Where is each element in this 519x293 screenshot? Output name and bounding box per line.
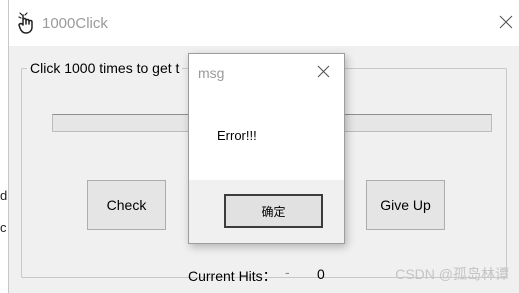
pointing-hand-icon: [18, 12, 33, 34]
background-text-fragment: d: [0, 188, 8, 203]
watermark: CSDN @孤岛林谭: [395, 266, 509, 282]
dialog-message: Error!!!: [217, 128, 257, 143]
group-box-label: Click 1000 times to get t: [27, 60, 183, 76]
current-hits-label: Current Hits：: [188, 268, 277, 284]
close-icon[interactable]: [498, 14, 514, 30]
give-up-button[interactable]: Give Up: [366, 180, 445, 230]
window-titlebar: 1000Click: [9, 0, 519, 46]
dialog-body: [189, 90, 344, 180]
background-text-fragment: c: [0, 220, 7, 235]
dialog-titlebar: msg: [189, 54, 344, 90]
close-icon[interactable]: [317, 65, 330, 78]
dialog-title: msg: [198, 65, 225, 81]
current-hits-separator: -: [285, 264, 290, 280]
current-hits-value: 0: [317, 266, 325, 282]
window-title: 1000Click: [42, 15, 108, 32]
message-dialog: msg Error!!! 确定: [188, 53, 345, 244]
ok-button[interactable]: 确定: [224, 194, 323, 228]
check-button[interactable]: Check: [87, 180, 166, 230]
